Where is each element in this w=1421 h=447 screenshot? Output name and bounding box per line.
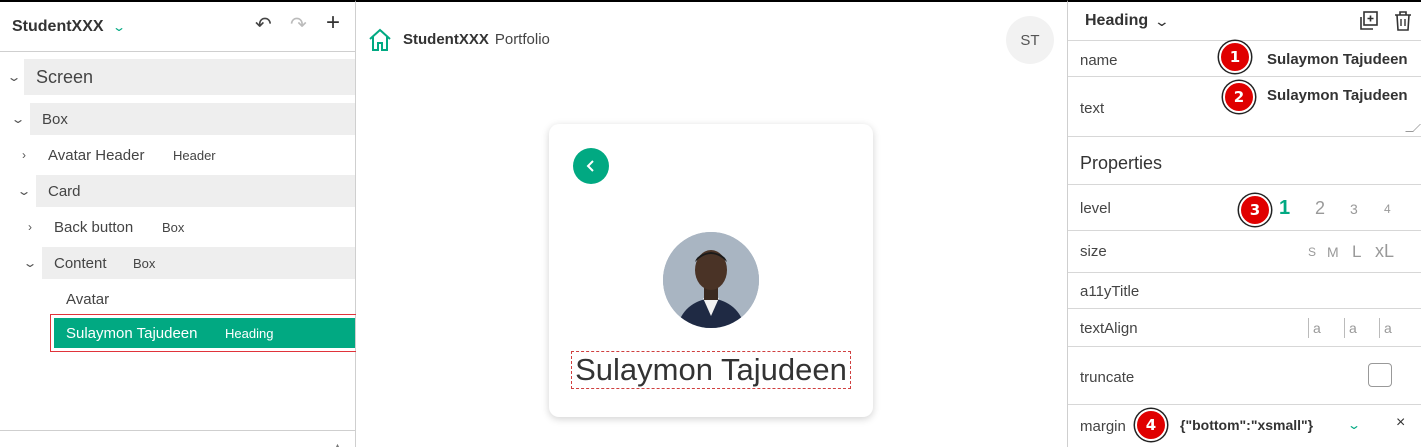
name-field[interactable]: Sulaymon Tajudeen: [1267, 51, 1408, 68]
level-option-2[interactable]: 2: [1315, 198, 1325, 219]
app-header: StudentXXX ⌄ ↶ ↷ +: [0, 2, 355, 52]
properties-panel: Heading ⌄ name Sulaymon Tajudeen 1 text …: [1067, 0, 1421, 447]
properties-section: Properties: [1068, 136, 1421, 184]
tree-item-heading-selected[interactable]: Sulaymon Tajudeen Heading: [54, 318, 355, 348]
prop-label-level: level: [1080, 200, 1111, 217]
badge-1: 1: [1219, 41, 1251, 73]
design-canvas: StudentXXX Portfolio ST Sulaymon Tajudeen: [356, 0, 1067, 447]
size-option-xl[interactable]: xL: [1375, 241, 1394, 262]
prop-row-margin: margin 4 {"bottom":"xsmall"}: [1068, 404, 1421, 447]
chevron-right-icon[interactable]: ›: [23, 220, 37, 234]
chevron-down-icon[interactable]: ⌄: [1154, 13, 1170, 30]
prop-label-margin: margin: [1080, 418, 1126, 435]
brand-subtitle: Portfolio: [494, 31, 550, 48]
level-option-3[interactable]: 3: [1350, 201, 1358, 217]
back-button[interactable]: [573, 148, 609, 184]
avatar-photo: [663, 232, 759, 328]
redo-icon[interactable]: ↷: [290, 15, 307, 35]
app-name[interactable]: StudentXXX: [12, 18, 104, 36]
card-heading[interactable]: Sulaymon Tajudeen: [571, 351, 851, 389]
component-header: Heading ⌄: [1068, 2, 1421, 40]
brand-name: StudentXXX: [403, 31, 489, 48]
tree-item-card[interactable]: ⌄ Card: [0, 175, 355, 207]
component-type[interactable]: Heading: [1085, 12, 1148, 30]
profile-card: Sulaymon Tajudeen: [549, 124, 873, 417]
chevron-down-icon[interactable]: ⌄: [20, 256, 41, 270]
level-option-4[interactable]: 4: [1384, 202, 1391, 216]
tree-item-label: Card: [48, 182, 81, 200]
tree-item-type: Heading: [225, 326, 274, 341]
prop-row-name: name Sulaymon Tajudeen 1: [1068, 40, 1421, 76]
tree-item-label: Avatar Header: [48, 146, 145, 164]
left-panel-footer: ▴: [0, 430, 355, 447]
chevron-down-icon[interactable]: ⌄: [14, 184, 35, 198]
properties-title: Properties: [1080, 153, 1163, 173]
chevron-down-icon[interactable]: ⌄: [1347, 418, 1361, 432]
tree-item-content[interactable]: ⌄ Content Box: [0, 247, 355, 279]
prop-row-a11ytitle: a11yTitle: [1068, 272, 1421, 308]
text-field[interactable]: Sulaymon Tajudeen: [1267, 87, 1408, 104]
layers-panel: StudentXXX ⌄ ↶ ↷ + ⌄ Screen ⌄ Box › Avat…: [0, 0, 358, 447]
prop-label-text: text: [1080, 100, 1105, 117]
clear-margin-icon[interactable]: ×: [1396, 414, 1405, 432]
tree-item-avatar[interactable]: Avatar: [0, 283, 355, 315]
size-option-s[interactable]: S: [1308, 245, 1316, 259]
text-align-center[interactable]: a: [1344, 318, 1357, 338]
prop-row-textalign: textAlign a a a: [1068, 308, 1421, 346]
chevron-down-icon[interactable]: ⌄: [4, 70, 25, 84]
truncate-checkbox[interactable]: [1368, 363, 1392, 387]
prop-row-size: size S M L xL: [1068, 230, 1421, 272]
chevron-right-icon[interactable]: ›: [17, 148, 31, 162]
add-icon[interactable]: +: [326, 11, 340, 35]
tree-item-label: Content: [54, 254, 107, 272]
brand[interactable]: StudentXXX Portfolio: [403, 31, 550, 48]
user-avatar[interactable]: ST: [1006, 16, 1054, 64]
prop-label-size: size: [1080, 243, 1107, 260]
prop-row-text: text Sulaymon Tajudeen 2: [1068, 76, 1421, 136]
prop-label-a11ytitle: a11yTitle: [1080, 283, 1140, 300]
size-option-l[interactable]: L: [1352, 242, 1361, 262]
tree-item-type: Box: [133, 255, 156, 271]
tree-item-box[interactable]: ⌄ Box: [0, 103, 355, 135]
prop-label-textalign: textAlign: [1080, 320, 1138, 337]
tree-item-type: Header: [173, 147, 216, 163]
tree-item-label: Avatar: [66, 290, 110, 308]
margin-select[interactable]: {"bottom":"xsmall"}: [1180, 417, 1313, 433]
tree-item-label: Back button: [54, 218, 134, 236]
chevron-down-icon[interactable]: ⌄: [8, 112, 29, 126]
home-icon[interactable]: [368, 28, 392, 57]
size-option-m[interactable]: M: [1327, 244, 1339, 260]
tree-item-screen[interactable]: ⌄ Screen: [0, 61, 355, 93]
tree-item-type: Box: [162, 219, 185, 235]
badge-4: 4: [1135, 409, 1167, 441]
text-align-left[interactable]: a: [1308, 318, 1321, 338]
prop-label-name: name: [1080, 52, 1118, 69]
undo-icon[interactable]: ↶: [255, 15, 272, 35]
back-chevron-icon: [586, 160, 594, 172]
prop-row-level: level 3 1 2 3 4: [1068, 184, 1421, 230]
tree-item-label: Box: [42, 110, 68, 128]
prop-label-truncate: truncate: [1080, 369, 1135, 386]
tree-item-label: Sulaymon Tajudeen: [66, 325, 198, 342]
badge-2: 2: [1223, 81, 1255, 113]
trash-icon[interactable]: [1394, 11, 1412, 36]
text-align-right[interactable]: a: [1379, 318, 1392, 338]
tree-item-back-button[interactable]: › Back button Box: [0, 211, 355, 243]
level-option-1[interactable]: 1: [1279, 197, 1290, 220]
tree-item-label: Screen: [36, 66, 94, 87]
tree-item-avatar-header[interactable]: › Avatar Header Header: [0, 139, 355, 171]
footer-handle-icon[interactable]: ▴: [335, 441, 340, 447]
app-menu-chevron-icon[interactable]: ⌄: [112, 20, 126, 34]
duplicate-icon[interactable]: [1358, 11, 1378, 36]
badge-3: 3: [1239, 194, 1271, 226]
